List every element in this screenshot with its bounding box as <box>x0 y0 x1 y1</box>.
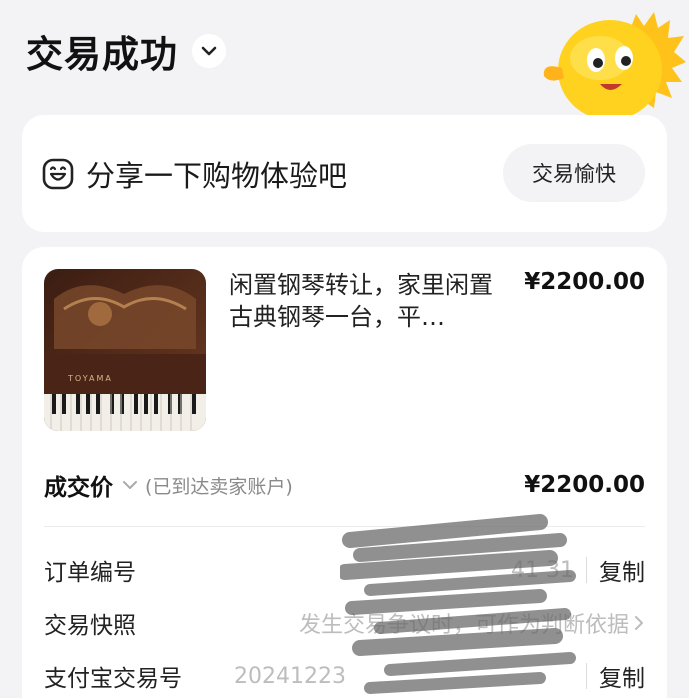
mascot-fish-icon <box>543 12 686 120</box>
divider <box>44 526 645 527</box>
chevron-down-icon[interactable] <box>121 478 139 492</box>
snapshot-row[interactable]: 交易快照 发生交易争议时，可作为判断依据 <box>44 606 645 640</box>
share-prompt[interactable]: 分享一下购物体验吧 <box>86 153 347 195</box>
happy-trade-button[interactable]: 交易愉快 <box>503 144 645 202</box>
item-title[interactable]: 闲置钢琴转让，家里闲置古典钢琴一台，平… <box>229 269 499 333</box>
copy-alipay-number-button[interactable]: 复制 <box>599 659 645 693</box>
order-number-row: 订单编号 41 31 复制 <box>44 553 645 587</box>
order-number-label: 订单编号 <box>44 560 136 586</box>
chevron-right-icon[interactable] <box>633 614 645 632</box>
deal-price-label: 成交价 <box>44 475 113 501</box>
smile-icon <box>42 158 74 190</box>
item-thumbnail[interactable]: TOYAMA <box>44 269 206 431</box>
item-price: ¥2200.00 <box>524 269 645 295</box>
chevron-down-icon[interactable] <box>192 34 226 68</box>
deal-price-value: ¥2200.00 <box>524 472 645 498</box>
order-card: TOYAMA 闲置钢琴转让，家里闲置古典钢琴一台，平… ¥2200.00 成交价 <box>22 247 667 698</box>
separator <box>586 557 587 583</box>
alipay-number-label: 支付宝交易号 <box>44 666 182 692</box>
page-title: 交易成功 <box>26 33 178 76</box>
alipay-number-row: 支付宝交易号 20241223 复制 <box>44 659 645 693</box>
order-number-value: 41 31 <box>511 557 574 583</box>
separator <box>586 663 587 689</box>
deal-price-row: 成交价 (已到达卖家账户) ¥2200.00 <box>44 468 645 502</box>
alipay-number-value: 20241223 <box>234 663 346 689</box>
copy-order-number-button[interactable]: 复制 <box>599 553 645 587</box>
thumb-brand: TOYAMA <box>67 374 113 383</box>
snapshot-hint: 发生交易争议时，可作为判断依据 <box>298 613 629 638</box>
share-card: 分享一下购物体验吧 交易愉快 <box>22 115 667 232</box>
deal-note: (已到达卖家账户) <box>145 475 293 498</box>
header: 交易成功 <box>26 24 226 78</box>
snapshot-label: 交易快照 <box>44 613 136 639</box>
